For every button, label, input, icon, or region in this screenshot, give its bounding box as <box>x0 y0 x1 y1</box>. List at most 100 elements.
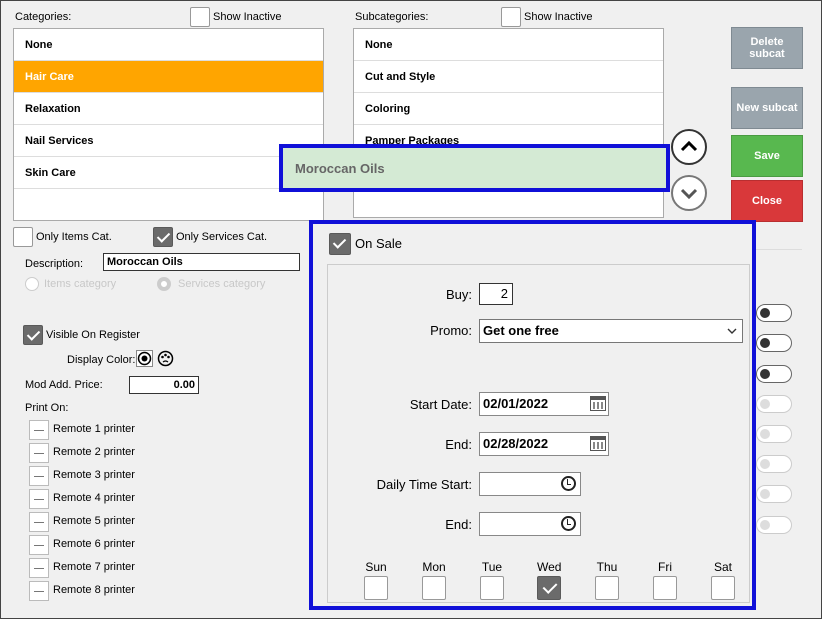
start-date-label: Start Date: <box>409 397 472 412</box>
visible-on-register-label: Visible On Register <box>46 329 140 341</box>
categories-list: None Hair Care Relaxation Nail Services … <box>13 28 324 221</box>
color-target-icon <box>137 351 152 366</box>
day-label-wed: Wed <box>537 560 562 574</box>
start-date-value: 02/01/2022 <box>483 396 549 411</box>
subcategory-item-cut-and-style[interactable]: Cut and Style <box>354 61 663 93</box>
calendar-icon[interactable] <box>590 436 606 451</box>
close-button[interactable]: Close <box>731 180 803 222</box>
end-date-input[interactable]: 02/28/2022 <box>479 432 609 456</box>
buy-label: Buy: <box>445 287 472 302</box>
palette-icon[interactable] <box>157 350 174 367</box>
category-item-skin-care[interactable]: Skin Care <box>14 157 323 189</box>
save-button[interactable]: Save <box>731 135 803 177</box>
day-label-mon: Mon <box>422 560 446 574</box>
category-item-hair-care[interactable]: Hair Care <box>14 61 323 93</box>
delete-subcat-button[interactable]: Delete subcat <box>731 27 803 69</box>
categories-show-inactive-label: Show Inactive <box>213 11 282 23</box>
day-checkbox-fri[interactable] <box>653 576 677 600</box>
mod-add-price-input[interactable]: 0.00 <box>129 376 199 394</box>
subcategory-item-moroccan-oils[interactable]: Moroccan Oils <box>279 144 670 192</box>
printer-2-checkbox[interactable] <box>29 443 49 463</box>
subcategory-item-coloring[interactable]: Coloring <box>354 93 663 125</box>
day-checkbox-sun[interactable] <box>364 576 388 600</box>
categories-header: Categories: <box>15 11 72 23</box>
toggle-4[interactable] <box>756 395 792 413</box>
daily-end-input[interactable] <box>479 512 581 536</box>
day-checkbox-sat[interactable] <box>711 576 735 600</box>
day-label-sat: Sat <box>713 560 732 574</box>
print-on-label: Print On: <box>25 402 69 414</box>
categories-show-inactive-checkbox[interactable] <box>190 7 210 27</box>
printer-3-label: Remote 3 printer <box>53 469 135 481</box>
start-date-input[interactable]: 02/01/2022 <box>479 392 609 416</box>
printer-4-checkbox[interactable] <box>29 489 49 509</box>
only-items-label: Only Items Cat. <box>36 231 112 243</box>
printer-5-checkbox[interactable] <box>29 512 49 532</box>
toggle-1[interactable] <box>756 304 792 322</box>
chevron-down-icon <box>680 188 698 200</box>
promo-value: Get one free <box>483 323 559 338</box>
printer-6-checkbox[interactable] <box>29 535 49 555</box>
clock-icon[interactable] <box>561 476 576 491</box>
services-category-label: Services category <box>178 278 266 290</box>
promo-label: Promo: <box>430 323 472 338</box>
day-label-sun: Sun <box>365 560 387 574</box>
calendar-icon[interactable] <box>590 396 606 411</box>
printer-6-label: Remote 6 printer <box>53 538 135 550</box>
buy-input[interactable]: 2 <box>479 283 513 305</box>
category-item-relaxation[interactable]: Relaxation <box>14 93 323 125</box>
toggle-5[interactable] <box>756 425 792 443</box>
on-sale-checkbox[interactable] <box>329 233 351 255</box>
day-label-tue: Tue <box>481 560 503 574</box>
day-label-fri: Fri <box>658 560 672 574</box>
subcategories-show-inactive-label: Show Inactive <box>524 11 593 23</box>
toggle-2[interactable] <box>756 334 792 352</box>
chevron-down-icon <box>727 328 737 334</box>
promo-select[interactable]: Get one free <box>479 319 743 343</box>
toggle-8[interactable] <box>756 516 792 534</box>
subcategory-item-none[interactable]: None <box>354 29 663 61</box>
printer-8-checkbox[interactable] <box>29 581 49 601</box>
printer-4-label: Remote 4 printer <box>53 492 135 504</box>
move-up-button[interactable] <box>671 129 707 165</box>
printer-7-checkbox[interactable] <box>29 558 49 578</box>
only-services-checkbox[interactable] <box>153 227 173 247</box>
day-checkbox-mon[interactable] <box>422 576 446 600</box>
description-input[interactable]: Moroccan Oils <box>103 253 300 271</box>
printer-2-label: Remote 2 printer <box>53 446 135 458</box>
subcategories-show-inactive-checkbox[interactable] <box>501 7 521 27</box>
only-items-checkbox[interactable] <box>13 227 33 247</box>
display-color-label: Display Color: <box>67 354 136 366</box>
printer-3-checkbox[interactable] <box>29 466 49 486</box>
sale-details-box: Buy: 2 Promo: Get one free Start Date: 0… <box>327 264 750 603</box>
day-checkbox-tue[interactable] <box>480 576 504 600</box>
end-date-label: End: <box>445 437 472 452</box>
toggle-6[interactable] <box>756 455 792 473</box>
new-subcat-button[interactable]: New subcat <box>731 87 803 129</box>
toggle-7[interactable] <box>756 485 792 503</box>
items-category-radio[interactable] <box>25 277 39 291</box>
category-item-nail-services[interactable]: Nail Services <box>14 125 323 157</box>
services-category-radio[interactable] <box>157 277 171 291</box>
daily-time-start-label: Daily Time Start: <box>376 477 472 492</box>
printer-1-checkbox[interactable] <box>29 420 49 440</box>
display-color-swatch[interactable] <box>136 350 153 367</box>
chevron-up-icon <box>680 140 698 152</box>
category-item-none[interactable]: None <box>14 29 323 61</box>
mod-add-price-label: Mod Add. Price: <box>25 379 103 391</box>
only-services-label: Only Services Cat. <box>176 231 268 243</box>
toggle-3[interactable] <box>756 365 792 383</box>
day-checkbox-thu[interactable] <box>595 576 619 600</box>
divider <box>756 249 802 250</box>
printer-1-label: Remote 1 printer <box>53 423 135 435</box>
visible-on-register-checkbox[interactable] <box>23 325 43 345</box>
printer-8-label: Remote 8 printer <box>53 584 135 596</box>
daily-end-label: End: <box>445 517 472 532</box>
clock-icon[interactable] <box>561 516 576 531</box>
day-checkbox-wed[interactable] <box>537 576 561 600</box>
day-label-thu: Thu <box>596 560 618 574</box>
move-down-button[interactable] <box>671 175 707 211</box>
printer-5-label: Remote 5 printer <box>53 515 135 527</box>
daily-time-start-input[interactable] <box>479 472 581 496</box>
printer-7-label: Remote 7 printer <box>53 561 135 573</box>
